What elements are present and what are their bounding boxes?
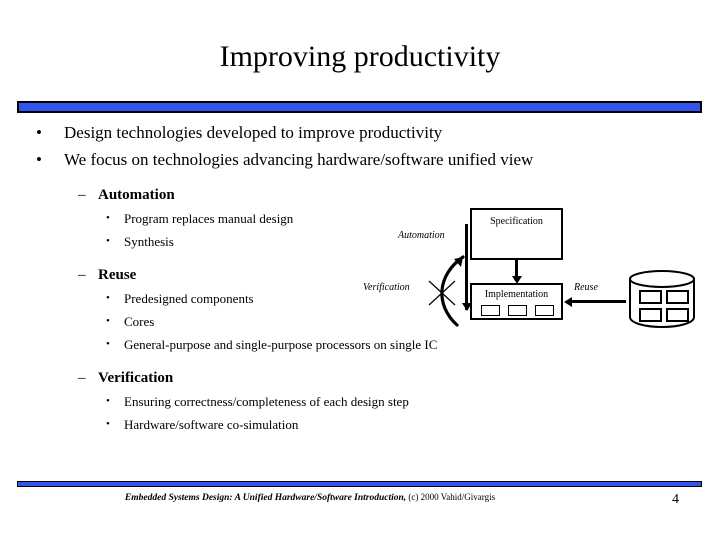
bullet-level1-text: We focus on technologies advancing hardw… [64, 150, 534, 169]
dash-marker: – [78, 370, 86, 386]
bullet-level1-text: Design technologies developed to improve… [64, 123, 443, 142]
bullet-level1: • We focus on technologies advancing har… [0, 149, 664, 171]
bullet-marker: • [36, 150, 42, 169]
bullet-level3: • General-purpose and single-purpose pro… [0, 335, 720, 354]
bullet-group-verification: – Verification • Ensuring correctness/co… [0, 368, 720, 434]
footer-divider-bar [17, 481, 702, 487]
diagram-label-verification: Verification [363, 282, 410, 293]
page-title: Improving productivity [219, 40, 501, 73]
specification-box: Specification [470, 208, 563, 260]
bullet-level3: • Ensuring correctness/completeness of e… [0, 392, 720, 411]
bullet-level3-text: Ensuring correctness/completeness of eac… [124, 394, 409, 409]
bullet-level3-text: Hardware/software co-simulation [124, 417, 299, 432]
footer-book-title: Embedded Systems Design: A Unified Hardw… [124, 493, 407, 503]
bullet-marker: • [106, 315, 110, 327]
implementation-box: Implementation [470, 283, 563, 320]
bullet-marker: • [36, 123, 42, 142]
diagram-label-reuse: Reuse [574, 282, 598, 293]
bullet-level3-text: Cores [124, 314, 155, 329]
bullet-level3-text: General-purpose and single-purpose proce… [124, 337, 438, 352]
bullet-level3-text: Synthesis [124, 234, 174, 249]
bullet-marker: • [106, 235, 110, 247]
implementation-chip [508, 305, 527, 316]
title-divider-bar [17, 101, 702, 113]
footer-copyright: (c) 2000 Vahid/Givargis [408, 492, 496, 502]
page-number: 4 [672, 492, 679, 507]
bullet-level3: • Hardware/software co-simulation [0, 415, 720, 434]
bullet-level3-text: Predesigned components [124, 291, 254, 306]
dash-marker: – [78, 267, 86, 283]
bullet-level3-text: Program replaces manual design [124, 211, 294, 226]
footer-credit: Embedded Systems Design: A Unified Hardw… [0, 491, 620, 505]
implementation-chip [535, 305, 554, 316]
bullet-level2-heading: – Automation [0, 185, 720, 205]
implementation-chip [481, 305, 500, 316]
bullet-level2-heading: – Verification [0, 368, 720, 388]
bullet-marker: • [106, 395, 110, 407]
bullet-level1: • Design technologies developed to impro… [0, 122, 664, 144]
bullet-marker: • [106, 418, 110, 430]
bullet-marker: • [106, 338, 110, 350]
bullet-marker: • [106, 292, 110, 304]
dash-marker: – [78, 187, 86, 203]
automation-arrow-shaft [465, 224, 468, 310]
design-flow-diagram: Automation Verification Reuse Specificat… [355, 203, 703, 328]
component-library-cylinder-icon [629, 270, 695, 328]
specification-box-label: Specification [490, 216, 543, 227]
bullet-level2-text: Automation [98, 187, 175, 203]
bullet-level2-text: Reuse [98, 267, 137, 283]
bullet-level2-text: Verification [98, 370, 174, 386]
reuse-arrow-shaft [572, 300, 626, 303]
implementation-box-label: Implementation [484, 289, 549, 300]
slide-canvas: Improving productivity • Design technolo… [0, 0, 720, 540]
bullet-marker: • [106, 212, 110, 224]
reuse-arrow-head [564, 296, 572, 307]
diagram-label-automation: Automation [398, 230, 445, 241]
